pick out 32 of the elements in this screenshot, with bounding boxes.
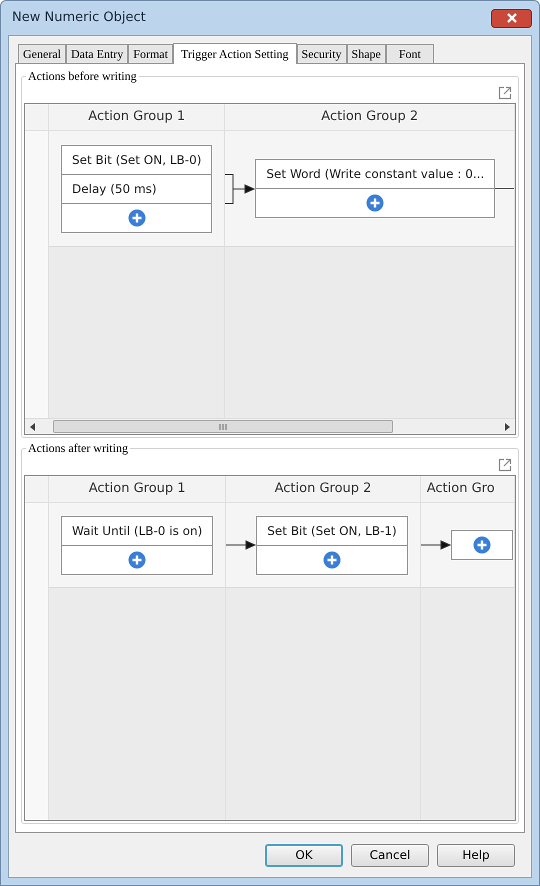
tab[interactable]: Data Entry	[66, 44, 128, 63]
column-header: Action Gro	[426, 480, 495, 498]
add-icon[interactable]	[128, 550, 146, 568]
column-header: Action Group 2	[274, 480, 372, 498]
dialog-button[interactable]: OK	[265, 844, 343, 866]
close-button[interactable]	[491, 8, 532, 28]
column-header: Action Group 1	[88, 108, 186, 126]
tab[interactable]: General	[18, 44, 66, 63]
connector-arrow	[225, 172, 256, 204]
add-icon[interactable]	[323, 550, 341, 568]
horizontal-scrollbar[interactable]	[25, 418, 515, 434]
action-item[interactable]: Delay (50 ms)	[62, 174, 212, 204]
popout-icon[interactable]	[498, 458, 512, 472]
add-icon[interactable]	[128, 208, 146, 226]
connector-arrow	[226, 540, 256, 550]
tab[interactable]: Trigger Action Setting	[172, 43, 297, 64]
close-icon	[506, 13, 518, 23]
tab[interactable]: Security	[296, 44, 347, 63]
popout-icon[interactable]	[498, 86, 512, 100]
column-header: Action Group 2	[321, 108, 418, 126]
add-icon[interactable]	[366, 194, 384, 212]
tab[interactable]: Font	[386, 44, 434, 63]
window-title: New Numeric Object	[11, 9, 146, 28]
dialog-button[interactable]: Help	[437, 844, 515, 866]
tab[interactable]: Format	[128, 44, 173, 63]
tab[interactable]: Shape	[346, 44, 386, 63]
add-icon[interactable]	[472, 536, 491, 554]
action-item[interactable]: Set Bit (Set ON, LB-0)	[62, 146, 212, 174]
dialog-button[interactable]: Cancel	[351, 844, 429, 866]
connector-arrow	[420, 540, 451, 550]
grip-icon	[219, 424, 227, 430]
column-header: Action Group 1	[88, 480, 186, 498]
